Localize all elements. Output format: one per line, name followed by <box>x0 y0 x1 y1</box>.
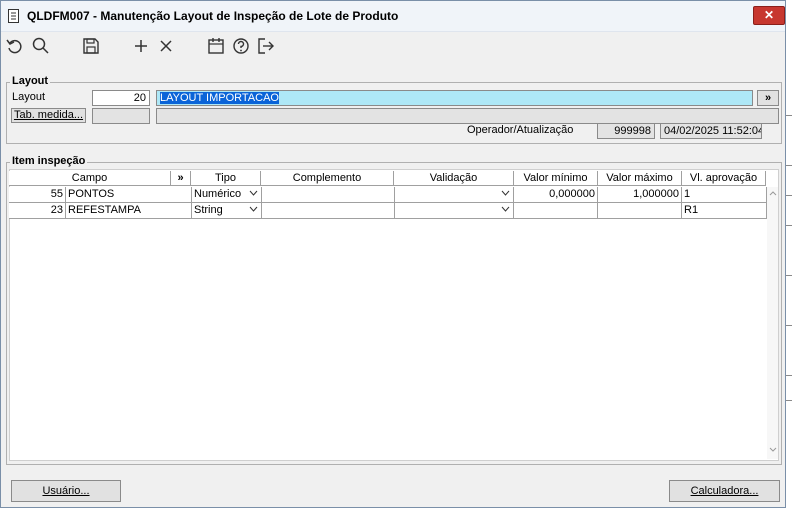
save-icon[interactable] <box>81 36 101 56</box>
calculadora-button[interactable]: Calculadora... <box>669 480 780 502</box>
exit-icon[interactable] <box>256 36 276 56</box>
usuario-button-label: Usuário... <box>42 485 90 497</box>
item-inspecao-label: Item inspeção <box>10 155 88 167</box>
operator-label: Operador/Atualização <box>467 124 574 136</box>
row-2-valor-maximo[interactable] <box>598 203 682 219</box>
row-1-valor-minimo[interactable]: 0,000000 <box>514 187 598 203</box>
close-button[interactable]: ✕ <box>753 6 785 25</box>
help-icon[interactable] <box>231 36 251 56</box>
columns-more-button[interactable]: » <box>171 171 191 186</box>
row-2-validacao-select[interactable] <box>395 203 514 219</box>
row-1-tipo-value: Numérico <box>194 188 242 200</box>
row-1-campo[interactable]: PONTOS <box>66 187 192 203</box>
row-1-vl-aprovacao[interactable]: 1 <box>682 187 767 203</box>
chevron-down-icon <box>249 190 258 196</box>
chevron-down-icon <box>249 206 258 212</box>
chevron-down-icon <box>501 206 510 212</box>
column-header-complemento[interactable]: Complemento <box>261 171 394 186</box>
tab-medida-button[interactable]: Tab. medida... <box>11 108 86 123</box>
delete-icon[interactable] <box>156 36 176 56</box>
layout-more-button[interactable]: » <box>757 90 779 106</box>
title-bar: QLDFM007 - Manutenção Layout de Inspeção… <box>1 1 785 32</box>
app-window: QLDFM007 - Manutenção Layout de Inspeção… <box>0 0 786 508</box>
chevron-down-icon <box>501 190 510 196</box>
row-2-campo[interactable]: REFESTAMPA <box>66 203 192 219</box>
toolbar <box>1 31 785 61</box>
layout-field-label: Layout <box>12 91 46 103</box>
row-1-validacao-select[interactable] <box>395 187 514 203</box>
updated-at-field: 04/02/2025 11:52:04 <box>660 123 762 139</box>
row-2-complemento[interactable] <box>262 203 395 219</box>
calendar-icon[interactable] <box>206 36 226 56</box>
search-icon[interactable] <box>31 36 51 56</box>
row-1-complemento[interactable] <box>262 187 395 203</box>
undo-icon[interactable] <box>5 36 25 56</box>
column-header-valor-minimo[interactable]: Valor mínimo <box>514 171 598 186</box>
tab-medida-code-input[interactable] <box>92 108 150 124</box>
column-header-tipo[interactable]: Tipo <box>191 171 261 186</box>
row-1-valor-maximo[interactable]: 1,000000 <box>598 187 682 203</box>
column-header-campo[interactable]: Campo <box>9 171 171 186</box>
row-2-valor-minimo[interactable] <box>514 203 598 219</box>
grid-vertical-scrollbar[interactable] <box>767 187 778 459</box>
column-header-vl-aprovacao[interactable]: Vl. aprovação <box>682 171 766 186</box>
row-2-code[interactable]: 23 <box>9 203 66 219</box>
operator-code-field: 999998 <box>597 123 655 139</box>
usuario-button[interactable]: Usuário... <box>11 480 121 502</box>
row-1-code[interactable]: 55 <box>9 187 66 203</box>
tab-medida-description <box>156 108 779 124</box>
column-header-validacao[interactable]: Validação <box>394 171 514 186</box>
layout-description-input[interactable]: LAYOUT IMPORTACAO <box>156 90 753 106</box>
row-1-tipo-select[interactable]: Numérico <box>192 187 262 203</box>
window-title: QLDFM007 - Manutenção Layout de Inspeção… <box>27 9 399 23</box>
document-icon <box>8 9 19 23</box>
row-2-tipo-value: String <box>194 204 223 216</box>
layout-code-input[interactable]: 20 <box>92 90 150 106</box>
layout-description-text: LAYOUT IMPORTACAO <box>160 92 279 104</box>
scroll-down-icon[interactable] <box>769 447 777 452</box>
scroll-up-icon[interactable] <box>769 191 777 196</box>
add-icon[interactable] <box>131 36 151 56</box>
background-window-edge <box>786 0 792 512</box>
row-2-tipo-select[interactable]: String <box>192 203 262 219</box>
row-2-vl-aprovacao[interactable]: R1 <box>682 203 767 219</box>
calculadora-button-label: Calculadora... <box>690 485 759 497</box>
layout-group-label: Layout <box>10 75 51 87</box>
column-header-valor-maximo[interactable]: Valor máximo <box>598 171 682 186</box>
